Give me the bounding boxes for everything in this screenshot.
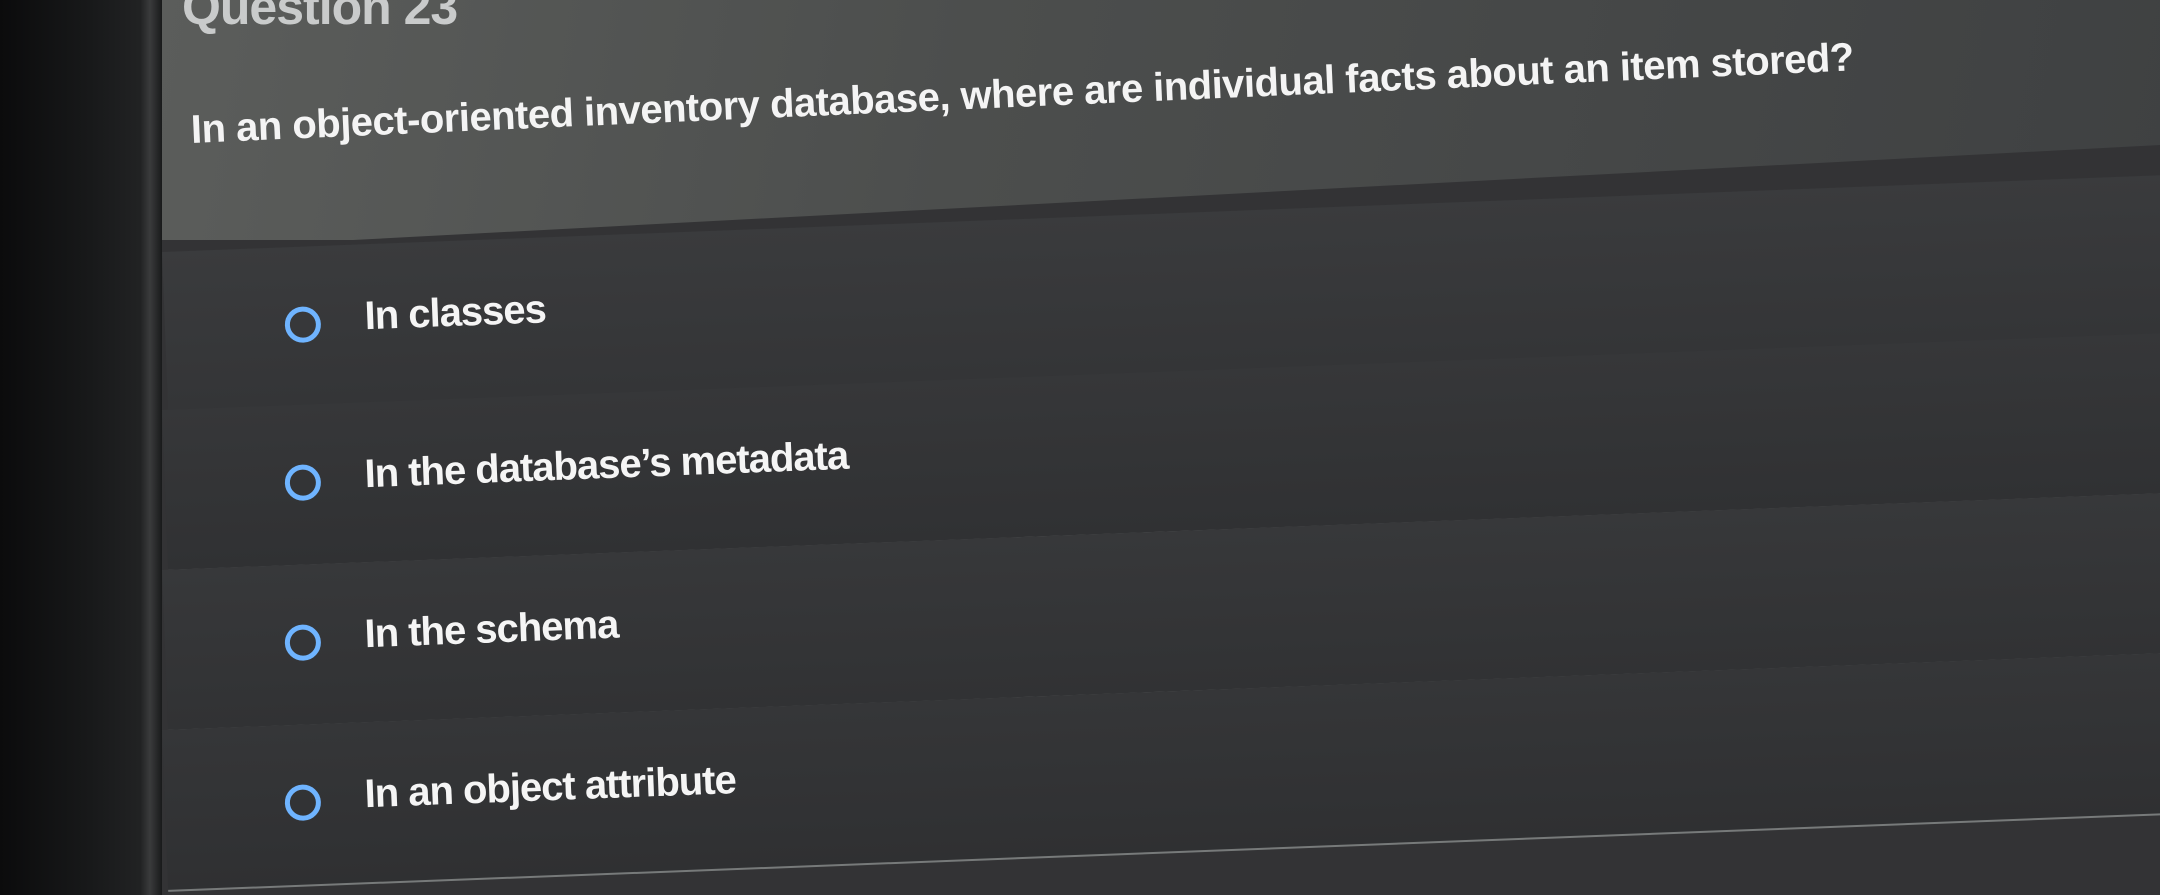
monitor-bezel — [0, 0, 150, 895]
answer-option-label: In the schema — [363, 602, 620, 657]
answer-option-label: In the database’s metadata — [363, 433, 849, 497]
question-number: Question 23 — [182, 0, 458, 35]
radio-button[interactable] — [284, 463, 322, 502]
question-text: In an object-oriented inventory database… — [190, 35, 1855, 152]
radio-button[interactable] — [284, 783, 322, 822]
radio-button[interactable] — [284, 305, 322, 344]
monitor-bezel-edge — [140, 0, 162, 895]
answer-option-label: In an object attribute — [363, 758, 737, 817]
radio-button[interactable] — [284, 623, 322, 662]
quiz-screen: Question 23 In an object-oriented invent… — [162, 0, 2160, 895]
answer-option-label: In classes — [363, 287, 547, 339]
